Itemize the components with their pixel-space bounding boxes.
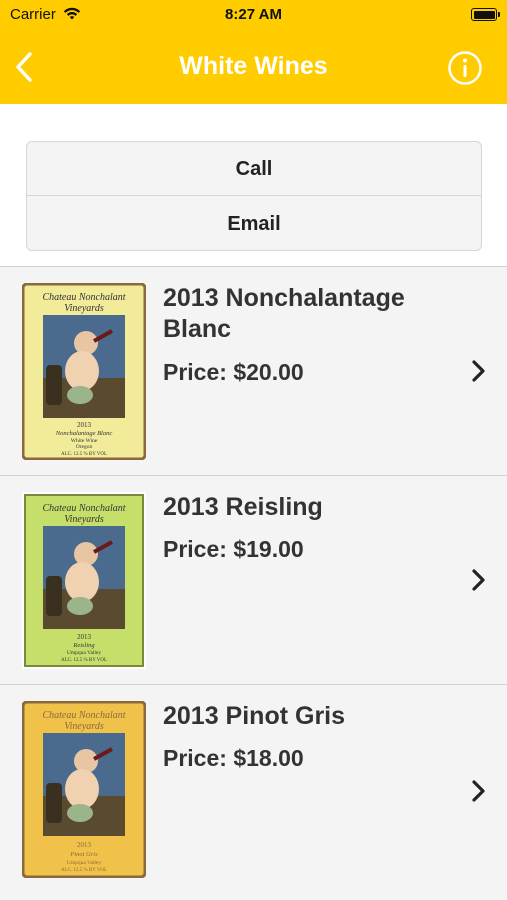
wine-name: 2013 Pinot Gris — [163, 702, 346, 730]
navigation-bar: White Wines — [0, 30, 507, 104]
clock: 8:27 AM — [225, 6, 282, 23]
info-button[interactable] — [447, 50, 483, 86]
svg-text:Vineyards: Vineyards — [64, 303, 104, 314]
status-bar: Carrier 8:27 AM — [0, 0, 507, 30]
page-title: White Wines — [179, 52, 328, 80]
wine-price: Price: $18.00 — [163, 745, 304, 771]
wine-price: Price: $19.00 — [163, 536, 304, 562]
svg-text:Umpqua Valley: Umpqua Valley — [67, 860, 102, 866]
svg-text:ALC. 12.5 % BY VOL: ALC. 12.5 % BY VOL — [61, 658, 107, 663]
info-icon — [448, 51, 482, 85]
chevron-right-icon — [469, 779, 489, 803]
chevron-right-icon — [469, 359, 489, 383]
wine-name: 2013 Nonchalantage Blanc — [163, 284, 405, 343]
wine-price: Price: $20.00 — [163, 359, 304, 385]
svg-text:Reisling: Reisling — [72, 642, 95, 649]
call-button[interactable]: Call — [27, 142, 481, 196]
svg-text:Chateau Nonchalant: Chateau Nonchalant — [42, 710, 125, 721]
svg-text:Vineyards: Vineyards — [64, 514, 104, 525]
svg-text:Chateau Nonchalant: Chateau Nonchalant — [42, 503, 125, 514]
wine-list-item[interactable]: Chateau Nonchalant Vineyards 2013 Noncha… — [0, 266, 507, 475]
wine-list-item[interactable]: Chateau Nonchalant Vineyards 2013 Pinot … — [0, 684, 507, 893]
svg-text:2013: 2013 — [77, 841, 92, 849]
svg-text:2013: 2013 — [77, 633, 92, 641]
chevron-right-icon — [469, 568, 489, 592]
svg-text:Nonchalantage Blanc: Nonchalantage Blanc — [55, 430, 113, 437]
svg-text:Chateau Nonchalant: Chateau Nonchalant — [42, 292, 125, 303]
contact-button-group: Call Email — [26, 141, 482, 251]
svg-text:Vineyards: Vineyards — [64, 721, 104, 732]
battery-icon — [471, 8, 500, 21]
svg-text:2013: 2013 — [77, 421, 92, 429]
svg-text:Oregon: Oregon — [76, 444, 93, 450]
wine-label-image: Chateau Nonchalant Vineyards 2013 Pinot … — [22, 701, 146, 878]
wine-list-item[interactable]: Chateau Nonchalant Vineyards 2013 Reisli… — [0, 475, 507, 684]
wine-name: 2013 Reisling — [163, 493, 323, 521]
contact-section: Call Email — [0, 104, 507, 266]
wine-label-image: Chateau Nonchalant Vineyards 2013 Noncha… — [22, 283, 146, 460]
svg-text:ALC. 12.5 % BY VOL: ALC. 12.5 % BY VOL — [61, 868, 107, 873]
svg-text:ALC. 12.5 % BY VOL: ALC. 12.5 % BY VOL — [61, 452, 107, 457]
email-button[interactable]: Email — [27, 197, 481, 250]
svg-text:Pinot Gris: Pinot Gris — [69, 851, 98, 858]
wine-label-image: Chateau Nonchalant Vineyards 2013 Reisli… — [22, 492, 146, 669]
svg-text:Umpqua Valley: Umpqua Valley — [67, 650, 102, 656]
